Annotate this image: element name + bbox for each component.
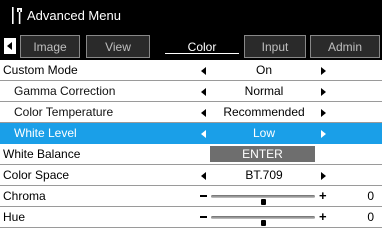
slider-value: 0 (367, 210, 374, 224)
arrow-right-icon[interactable] (321, 130, 326, 138)
tab-color[interactable]: Color (164, 35, 240, 58)
arrow-left-icon[interactable] (201, 109, 206, 117)
tab-image[interactable]: Image (20, 35, 80, 58)
row-color-temperature[interactable]: Color Temperature Recommended (0, 102, 382, 123)
tab-bar: Image View Color Input Admin (0, 32, 382, 60)
row-gamma-correction[interactable]: Gamma Correction Normal (0, 81, 382, 102)
row-label: White Balance (3, 147, 81, 161)
advanced-menu-screen: Advanced Menu Image View Color Input Adm… (0, 0, 382, 251)
row-label: Color Space (3, 168, 70, 182)
tab-admin[interactable]: Admin (310, 35, 380, 58)
chroma-slider[interactable] (211, 195, 315, 205)
row-color-space[interactable]: Color Space BT.709 (0, 165, 382, 186)
tab-label: Input (261, 40, 289, 54)
menu-title: Advanced Menu (27, 8, 121, 23)
arrow-left-icon[interactable] (201, 88, 206, 96)
slider-decrease-icon[interactable] (200, 195, 207, 197)
hue-slider[interactable] (211, 216, 315, 226)
row-chroma[interactable]: Chroma + 0 (0, 186, 382, 207)
menu-title-bar: Advanced Menu (0, 0, 382, 32)
tab-input[interactable]: Input (244, 35, 306, 58)
row-value: On (255, 63, 272, 77)
slider-value: 0 (367, 189, 374, 203)
row-hue[interactable]: Hue + 0 (0, 207, 382, 228)
tab-label: View (105, 40, 131, 54)
arrow-left-icon[interactable] (201, 130, 206, 138)
arrow-left-icon[interactable] (4, 38, 16, 54)
arrow-left-icon[interactable] (201, 67, 206, 75)
row-white-level[interactable]: White Level Low (0, 123, 382, 144)
tools-icon (12, 7, 22, 24)
tab-active-underline (165, 53, 239, 54)
slider-decrease-icon[interactable] (200, 216, 207, 218)
arrow-right-icon[interactable] (321, 67, 326, 75)
row-label: Custom Mode (3, 63, 78, 77)
tab-label: Color (187, 40, 217, 54)
row-custom-mode[interactable]: Custom Mode On (0, 60, 382, 81)
slider-thumb[interactable] (261, 220, 266, 226)
settings-list: Custom Mode On Gamma Correction Normal C… (0, 60, 382, 251)
row-label: Gamma Correction (14, 84, 116, 98)
slider-thumb[interactable] (261, 199, 266, 205)
row-label: Chroma (3, 189, 46, 203)
row-white-balance[interactable]: White Balance ENTER (0, 144, 382, 165)
row-label: White Level (14, 126, 77, 140)
arrow-left-icon[interactable] (201, 172, 206, 180)
row-label: Hue (3, 210, 26, 224)
tab-label: Admin (327, 40, 362, 54)
enter-button[interactable]: ENTER (210, 146, 315, 162)
tab-label: Image (33, 40, 67, 54)
slider-increase-icon[interactable]: + (319, 210, 327, 224)
arrow-right-icon[interactable] (321, 109, 326, 117)
tab-view[interactable]: View (86, 35, 150, 58)
row-value: Low (252, 126, 275, 140)
row-value: BT.709 (245, 168, 283, 182)
slider-increase-icon[interactable]: + (319, 189, 327, 203)
arrow-right-icon[interactable] (321, 88, 326, 96)
row-value: Normal (244, 84, 284, 98)
arrow-right-icon[interactable] (321, 172, 326, 180)
row-label: Color Temperature (14, 105, 114, 119)
row-value: Recommended (223, 105, 305, 119)
